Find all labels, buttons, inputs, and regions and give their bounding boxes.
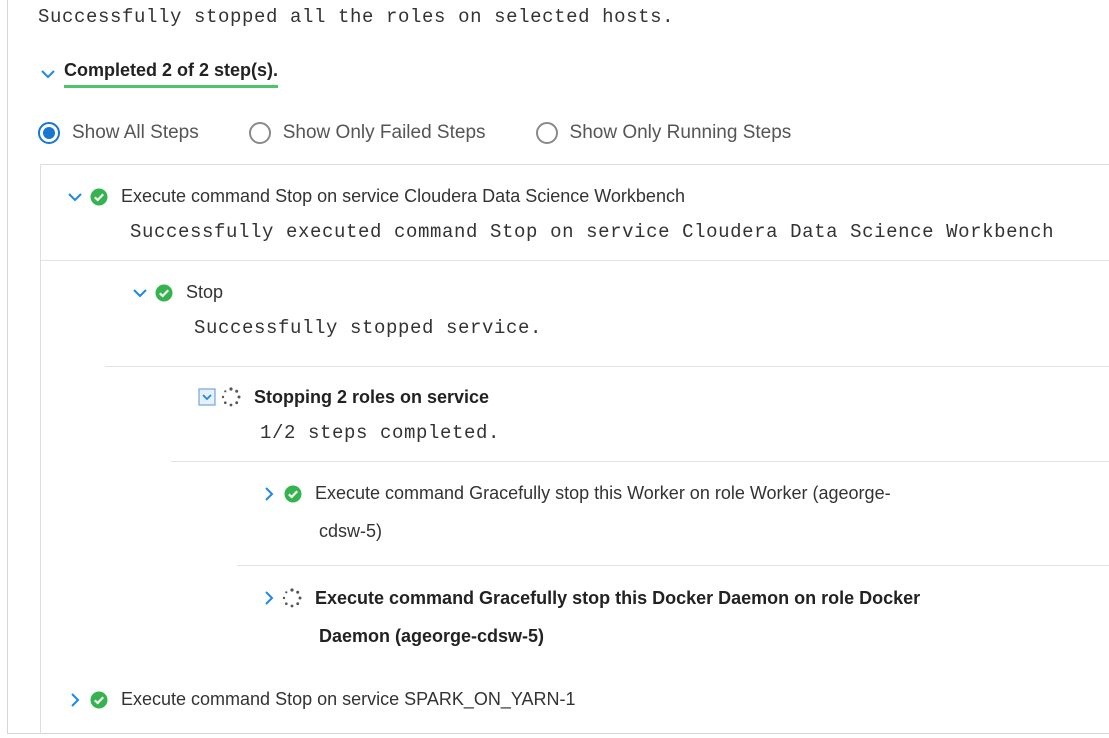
step-detail: 1/2 steps completed. (260, 422, 501, 444)
divider (105, 366, 1109, 367)
step-title-continued: cdsw-5) (319, 521, 383, 541)
filter-label: Show Only Failed Steps (282, 122, 486, 143)
spinner-icon (281, 587, 303, 609)
steps-tree: Execute command Stop on service Cloudera… (40, 164, 1109, 734)
step-detail: Successfully executed command Stop on se… (130, 221, 1055, 243)
step-title-continued: Daemon (ageorge-cdsw-5) (319, 626, 545, 646)
filter-label: Show Only Running Steps (569, 122, 792, 143)
command-summary: Successfully stopped all the roles on se… (38, 6, 675, 28)
progress-header[interactable]: Completed 2 of 2 step(s). (38, 60, 279, 88)
step-row-stopping-roles[interactable]: Stopping 2 roles on service (198, 386, 489, 408)
filter-show-failed-steps[interactable]: Show Only Failed Steps (248, 122, 486, 144)
check-circle-icon (283, 484, 303, 504)
step-title: Execute command Gracefully stop this Doc… (315, 587, 921, 608)
step-detail: Successfully stopped service. (194, 317, 543, 339)
filter-label: Show All Steps (72, 122, 199, 143)
check-circle-icon (89, 187, 109, 207)
chevron-right-icon[interactable] (259, 484, 279, 504)
chevron-right-icon[interactable] (259, 588, 279, 608)
step-row-cdsw[interactable]: Execute command Stop on service Cloudera… (65, 186, 685, 207)
chevron-down-icon[interactable] (65, 187, 85, 207)
step-title: Stopping 2 roles on service (254, 386, 490, 407)
check-circle-icon (89, 690, 109, 710)
chevron-down-icon[interactable] (130, 283, 150, 303)
radio-show-all-steps[interactable] (38, 122, 60, 144)
filter-show-all-steps[interactable]: Show All Steps (38, 122, 199, 144)
divider (41, 260, 1109, 261)
step-title: Stop (186, 282, 224, 302)
check-circle-icon (154, 283, 174, 303)
chevron-down-icon[interactable] (38, 64, 58, 84)
step-row-worker[interactable]: Execute command Gracefully stop this Wor… (259, 483, 891, 504)
progress-label[interactable]: Completed 2 of 2 step(s). (64, 60, 279, 88)
step-filter-group: Show All Steps Show Only Failed Steps Sh… (38, 122, 841, 144)
divider (237, 565, 1109, 566)
command-details-panel: Successfully stopped all the roles on se… (7, 0, 1109, 734)
radio-show-failed-steps[interactable] (248, 122, 271, 144)
spinner-icon (220, 386, 242, 408)
step-title: Execute command Stop on service SPARK_ON… (121, 689, 576, 709)
step-row-docker[interactable]: Execute command Gracefully stop this Doc… (259, 587, 920, 609)
step-title: Execute command Gracefully stop this Wor… (315, 483, 891, 503)
step-row-spark[interactable]: Execute command Stop on service SPARK_ON… (65, 689, 576, 710)
step-title: Execute command Stop on service Cloudera… (121, 186, 685, 206)
step-row-stop[interactable]: Stop (130, 282, 223, 303)
divider (171, 461, 1109, 462)
expand-checkbox-icon[interactable] (198, 388, 216, 406)
filter-show-running-steps[interactable]: Show Only Running Steps (535, 122, 792, 144)
chevron-right-icon[interactable] (65, 690, 85, 710)
radio-show-running-steps[interactable] (535, 122, 558, 144)
